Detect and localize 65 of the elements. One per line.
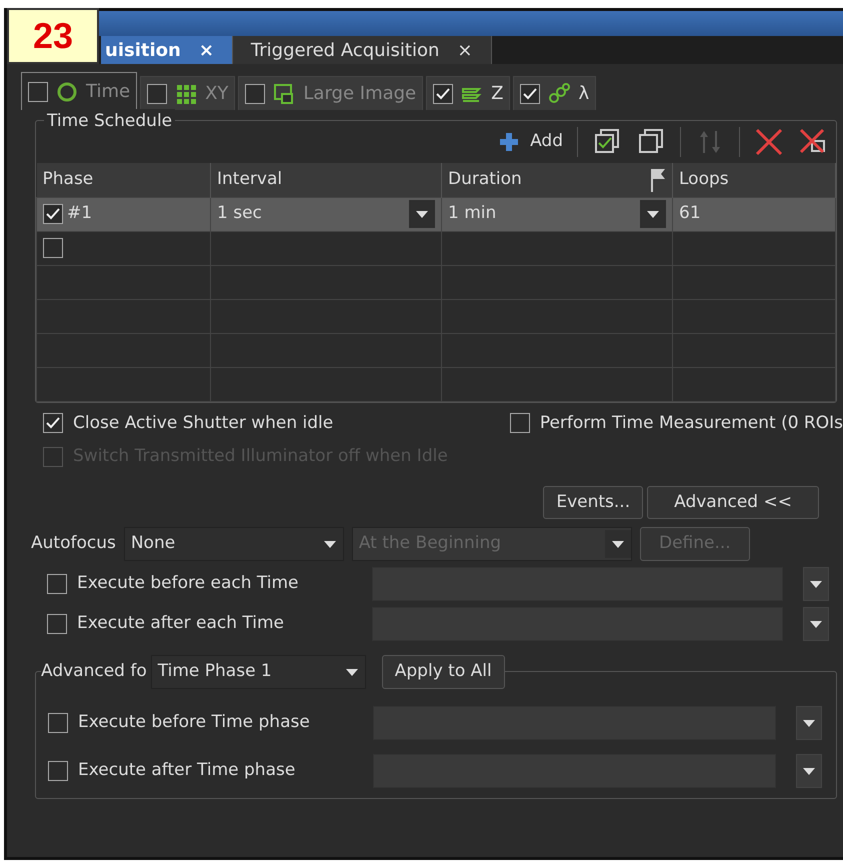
- dropdown-arrow-icon: [803, 768, 815, 774]
- checkbox-label: Execute before each Time: [77, 572, 299, 596]
- checkbox[interactable]: [43, 238, 63, 258]
- column-header: Interval: [217, 168, 282, 191]
- dropdown-arrow-icon: [416, 210, 428, 218]
- dropdown-arrow-icon: [324, 540, 336, 548]
- checkbox[interactable]: [510, 413, 530, 434]
- checkbox[interactable]: [28, 82, 48, 102]
- table-cell: 61: [679, 203, 701, 224]
- delete-icon[interactable]: [754, 127, 784, 157]
- document-tab[interactable]: Triggered Acquisition ×: [232, 36, 492, 64]
- checkbox[interactable]: [147, 84, 168, 104]
- column-header: Duration: [448, 168, 522, 191]
- checkbox[interactable]: [43, 413, 63, 434]
- dropdown-arrow-icon: [810, 620, 822, 628]
- dropdown[interactable]: None: [124, 527, 344, 561]
- dropdown-arrow-icon: [612, 540, 624, 548]
- checkbox[interactable]: [48, 713, 68, 733]
- checkbox[interactable]: [520, 84, 540, 104]
- add-button[interactable]: Add: [500, 129, 563, 155]
- column-header: Loops: [679, 168, 729, 191]
- dropdown-button[interactable]: [409, 200, 435, 228]
- close-icon[interactable]: ×: [457, 36, 473, 64]
- xy-icon: [175, 82, 198, 104]
- tab[interactable]: λ: [513, 76, 596, 110]
- checkbox[interactable]: [43, 204, 63, 224]
- flag-icon: [650, 168, 666, 192]
- dropdown-button[interactable]: [796, 706, 822, 740]
- dropdown[interactable]: Time Phase 1: [150, 655, 366, 689]
- tab[interactable]: Z: [426, 76, 510, 110]
- dropdown-button[interactable]: [803, 607, 829, 641]
- lambda-icon: [548, 82, 570, 104]
- dropdown-arrow-icon: [803, 720, 815, 726]
- events-button[interactable]: Events...: [543, 486, 644, 519]
- checkbox-label: Execute after each Time: [77, 612, 284, 636]
- document-tab[interactable]: uisition ×: [101, 36, 233, 64]
- apply-to-all-button[interactable]: Apply to All: [382, 655, 505, 689]
- checkbox-label: Execute after Time phase: [78, 759, 296, 782]
- column-header: Phase: [42, 168, 94, 191]
- dropdown-arrow-icon: [346, 668, 358, 676]
- advanced-button[interactable]: Advanced <<: [647, 486, 819, 519]
- field-label: Autofocus: [31, 532, 116, 556]
- dropdown-button[interactable]: [803, 567, 829, 601]
- checkbox[interactable]: [47, 614, 67, 634]
- table-cell-text: 1 min: [448, 202, 496, 226]
- annotation-label: 23: [7, 8, 99, 64]
- close-icon[interactable]: ×: [198, 36, 214, 64]
- checkbox[interactable]: [47, 574, 67, 594]
- checkbox[interactable]: [245, 84, 266, 104]
- time-icon: [56, 80, 78, 102]
- checkbox[interactable]: [48, 761, 68, 781]
- table-cell-text: 1 sec: [217, 202, 262, 226]
- dropdown-button[interactable]: [796, 754, 822, 788]
- large-icon: [273, 82, 296, 104]
- checkbox-label: Perform Time Measurement (0 ROIs: [540, 412, 843, 434]
- dropdown-button[interactable]: [640, 200, 666, 228]
- dropdown-arrow-icon: [810, 580, 822, 588]
- tab[interactable]: Time: [21, 72, 138, 110]
- checkbox[interactable]: [433, 84, 454, 104]
- table-cell-text: #1: [67, 202, 92, 226]
- plus-icon: [500, 133, 518, 151]
- checkbox-label: Close Active Shutter when idle: [73, 412, 334, 434]
- group-title: Advanced fo: [41, 660, 147, 684]
- dropdown-arrow-icon: [647, 210, 659, 218]
- checkbox-label: Execute before Time phase: [78, 711, 310, 734]
